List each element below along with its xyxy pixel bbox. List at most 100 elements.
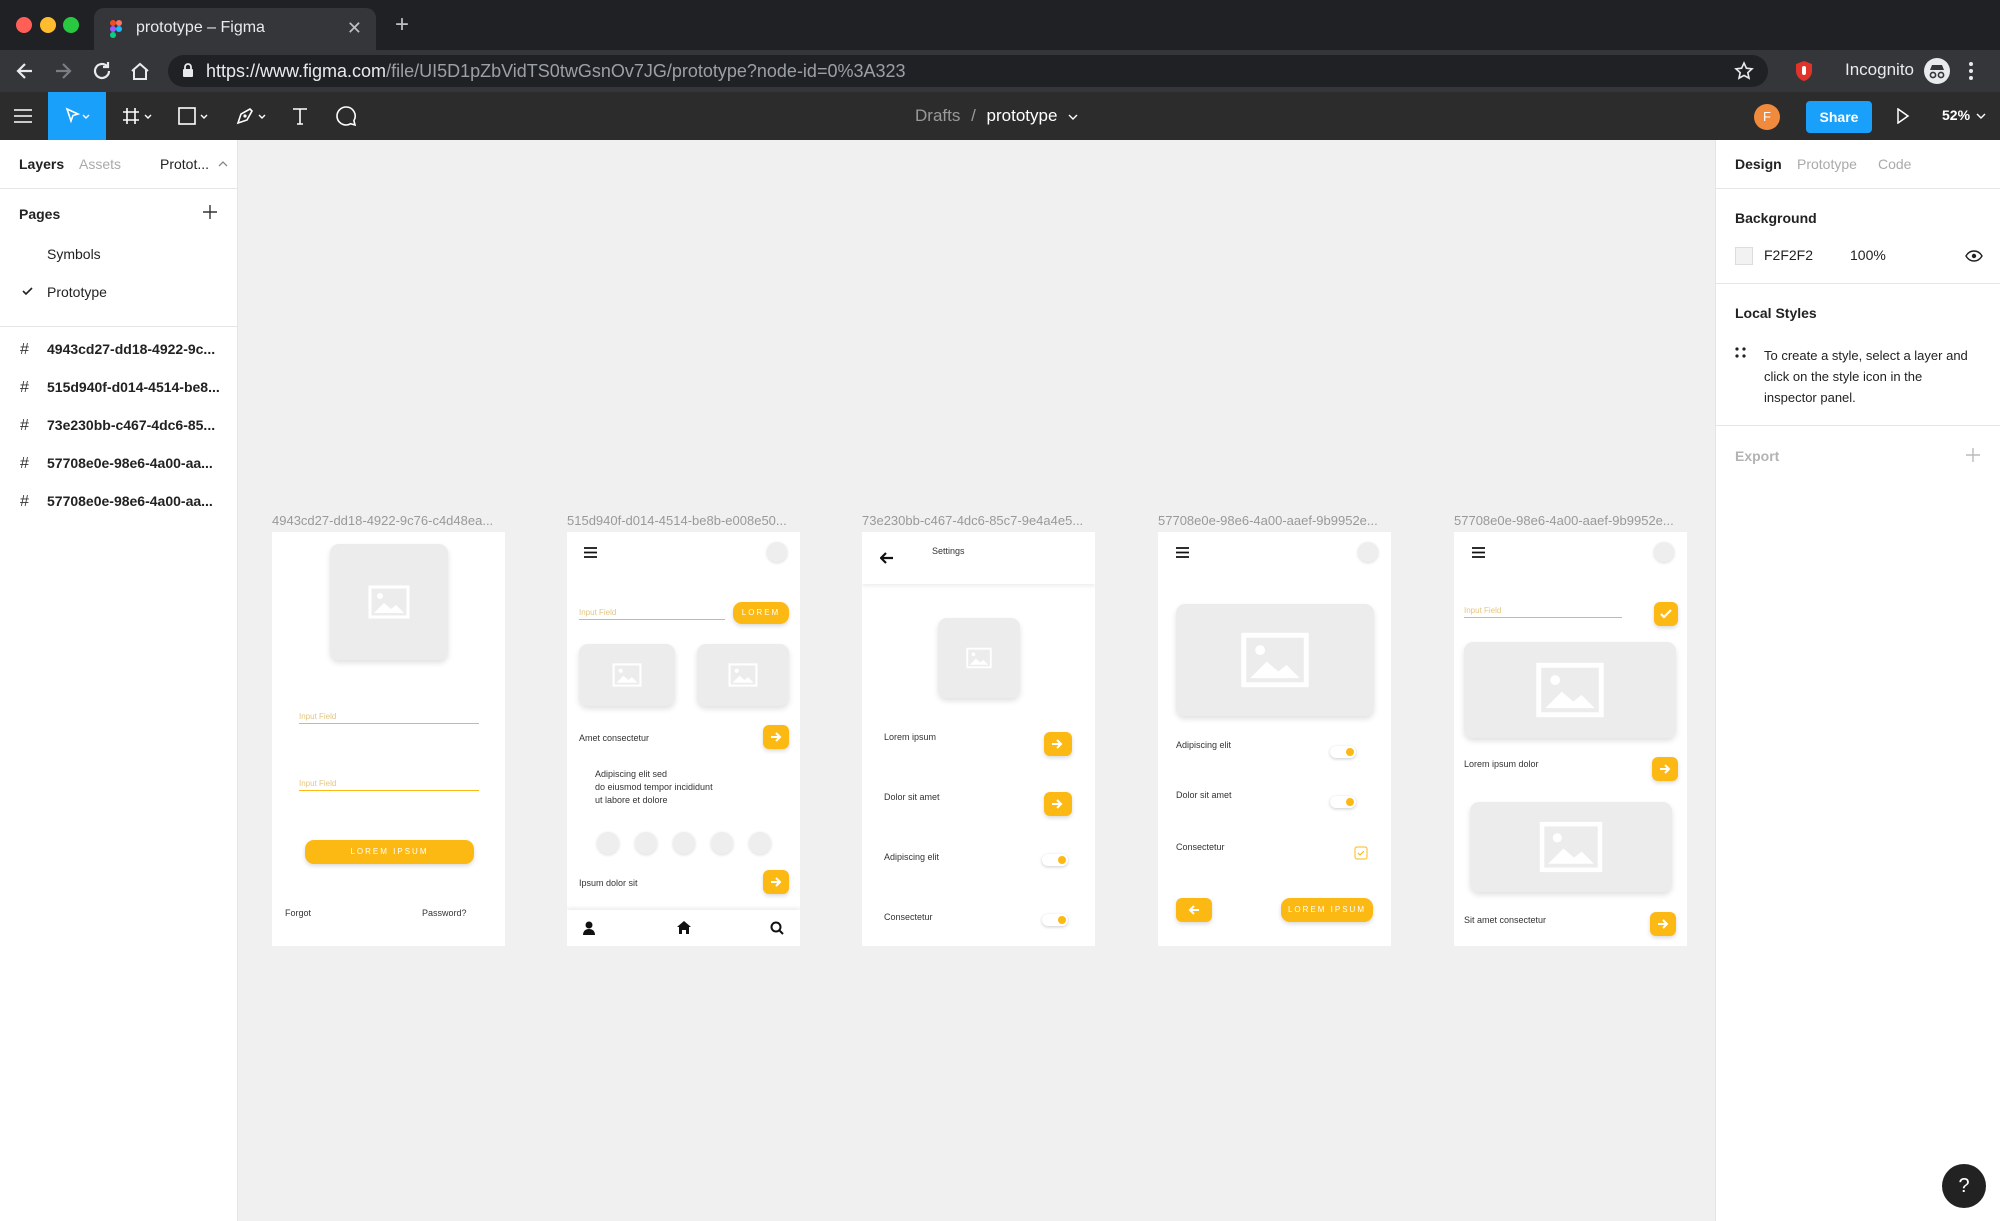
check-button[interactable]: [1654, 602, 1678, 626]
lorem-ipsum-button[interactable]: LOREM IPSUM: [305, 840, 474, 864]
menu-dots-icon[interactable]: [1968, 60, 1974, 82]
frame-label[interactable]: 4943cd27-dd18-4922-9c76-c4d48ea...: [272, 513, 493, 528]
input-field[interactable]: Input Field: [579, 608, 725, 620]
frame-options[interactable]: Adipiscing elit Dolor sit amet Consectet…: [1158, 532, 1391, 946]
pagination-dot[interactable]: [749, 832, 771, 854]
toggle-switch[interactable]: [1330, 746, 1356, 758]
image-placeholder: [579, 644, 675, 706]
frame-label[interactable]: 73e230bb-c467-4dc6-85c7-9e4a4e5...: [862, 513, 1083, 528]
frame-login[interactable]: Input Field Input Field LOREM IPSUM Forg…: [272, 532, 505, 946]
pagination-dot[interactable]: [711, 832, 733, 854]
new-tab-icon[interactable]: +: [395, 13, 409, 37]
user-icon[interactable]: [583, 921, 595, 935]
arrow-right-button[interactable]: [1044, 792, 1072, 816]
input-field[interactable]: Input Field: [1464, 606, 1622, 618]
layer-item[interactable]: #57708e0e-98e6-4a00-aa...: [0, 482, 238, 520]
lorem-ipsum-button[interactable]: LOREM IPSUM: [1281, 898, 1373, 922]
forgot-link[interactable]: Forgot: [285, 908, 311, 918]
toggle-switch[interactable]: [1330, 796, 1356, 808]
text-tool-button[interactable]: [284, 92, 316, 140]
help-button[interactable]: ?: [1942, 1164, 1986, 1208]
extension-icon[interactable]: [1794, 60, 1814, 82]
frame-gallery[interactable]: Input Field Lorem ipsum dolor Sit amet c…: [1454, 532, 1687, 946]
chevron-up-icon[interactable]: [218, 161, 228, 167]
pagination-dot[interactable]: [673, 832, 695, 854]
background-hex-input[interactable]: F2F2F2: [1764, 247, 1813, 263]
arrow-left-button[interactable]: [1176, 898, 1212, 922]
forward-icon[interactable]: [52, 60, 74, 82]
eye-icon[interactable]: [1965, 250, 1983, 262]
breadcrumb-drafts[interactable]: Drafts: [915, 106, 960, 125]
image-icon: [612, 663, 642, 687]
layer-name: 73e230bb-c467-4dc6-85...: [47, 417, 216, 433]
tab-prototype[interactable]: Prototype: [1797, 156, 1857, 172]
arrow-right-button[interactable]: [1652, 757, 1678, 781]
pagination-dot[interactable]: [635, 832, 657, 854]
divider: [1716, 283, 2000, 284]
paragraph-line: do eiusmod tempor incididunt: [595, 782, 713, 792]
checkbox[interactable]: [1354, 846, 1368, 860]
image-icon: [728, 663, 758, 687]
frame-settings[interactable]: Settings Lorem ipsum Dolor sit amet Adip…: [862, 532, 1095, 946]
chevron-down-icon[interactable]: [1068, 114, 1078, 120]
input-field[interactable]: Input Field: [299, 779, 479, 791]
layer-item[interactable]: #4943cd27-dd18-4922-9c...: [0, 330, 238, 368]
input-field[interactable]: Input Field: [299, 712, 479, 724]
canvas[interactable]: 4943cd27-dd18-4922-9c76-c4d48ea... Input…: [238, 140, 1715, 1221]
frame-tool-button[interactable]: [114, 92, 162, 140]
add-export-icon[interactable]: [1965, 447, 1981, 463]
layer-item[interactable]: #515d940f-d014-4514-be8...: [0, 368, 238, 406]
shape-tool-button[interactable]: [170, 92, 218, 140]
frame-label[interactable]: 515d940f-d014-4514-be8b-e008e50...: [567, 513, 787, 528]
frame-label[interactable]: 57708e0e-98e6-4a00-aaef-9b9952e...: [1158, 513, 1378, 528]
arrow-right-button[interactable]: [763, 870, 789, 894]
frame-home[interactable]: Input Field LOREM Amet consectetur Adipi…: [567, 532, 800, 946]
incognito-label: Incognito: [1845, 60, 1914, 79]
address-bar[interactable]: https://www.figma.com/file/UI5D1pZbVidTS…: [168, 55, 1768, 87]
arrow-right-button[interactable]: [1650, 912, 1676, 936]
back-icon[interactable]: [14, 60, 36, 82]
pagination-dot[interactable]: [597, 832, 619, 854]
share-button[interactable]: Share: [1806, 101, 1872, 133]
zoom-window-button[interactable]: [63, 17, 79, 33]
arrow-right-button[interactable]: [1044, 732, 1072, 756]
frame-label[interactable]: 57708e0e-98e6-4a00-aaef-9b9952e...: [1454, 513, 1674, 528]
bookmark-star-icon[interactable]: [1734, 61, 1754, 81]
home-icon[interactable]: [129, 60, 151, 82]
avatar[interactable]: F: [1754, 104, 1780, 130]
file-name[interactable]: prototype: [987, 106, 1058, 125]
layer-item[interactable]: #73e230bb-c467-4dc6-85...: [0, 406, 238, 444]
lorem-button[interactable]: LOREM: [733, 602, 789, 624]
tab-page-dropdown[interactable]: Protot...: [160, 156, 209, 172]
search-icon[interactable]: [770, 921, 784, 935]
background-opacity-input[interactable]: 100%: [1850, 247, 1886, 263]
main-menu-icon[interactable]: [0, 92, 46, 140]
present-button[interactable]: [1888, 92, 1918, 140]
browser-tab[interactable]: prototype – Figma ✕: [94, 8, 376, 50]
tab-layers[interactable]: Layers: [19, 156, 64, 172]
incognito-icon[interactable]: [1924, 58, 1950, 84]
add-page-icon[interactable]: [202, 204, 218, 220]
local-styles-help-line: To create a style, select a layer and: [1764, 348, 1968, 363]
arrow-right-button[interactable]: [763, 725, 789, 749]
tab-assets[interactable]: Assets: [79, 156, 121, 172]
page-item-symbols[interactable]: Symbols: [0, 235, 238, 273]
home-icon[interactable]: [677, 921, 691, 934]
tab-code[interactable]: Code: [1878, 156, 1911, 172]
layer-item[interactable]: #57708e0e-98e6-4a00-aa...: [0, 444, 238, 482]
page-item-prototype[interactable]: Prototype: [0, 273, 238, 311]
tab-design[interactable]: Design: [1735, 156, 1782, 172]
pen-tool-button[interactable]: [228, 92, 276, 140]
move-tool-button[interactable]: [48, 92, 106, 140]
arrow-left-icon[interactable]: [880, 552, 894, 564]
toggle-switch[interactable]: [1042, 914, 1068, 926]
minimize-window-button[interactable]: [40, 17, 56, 33]
reload-icon[interactable]: [91, 60, 113, 82]
password-link[interactable]: Password?: [422, 908, 467, 918]
close-tab-icon[interactable]: ✕: [347, 18, 362, 39]
zoom-level[interactable]: 52%: [1942, 107, 1986, 123]
close-window-button[interactable]: [16, 17, 32, 33]
background-color-swatch[interactable]: [1735, 247, 1753, 265]
toggle-switch[interactable]: [1042, 854, 1068, 866]
comment-tool-button[interactable]: [330, 92, 362, 140]
